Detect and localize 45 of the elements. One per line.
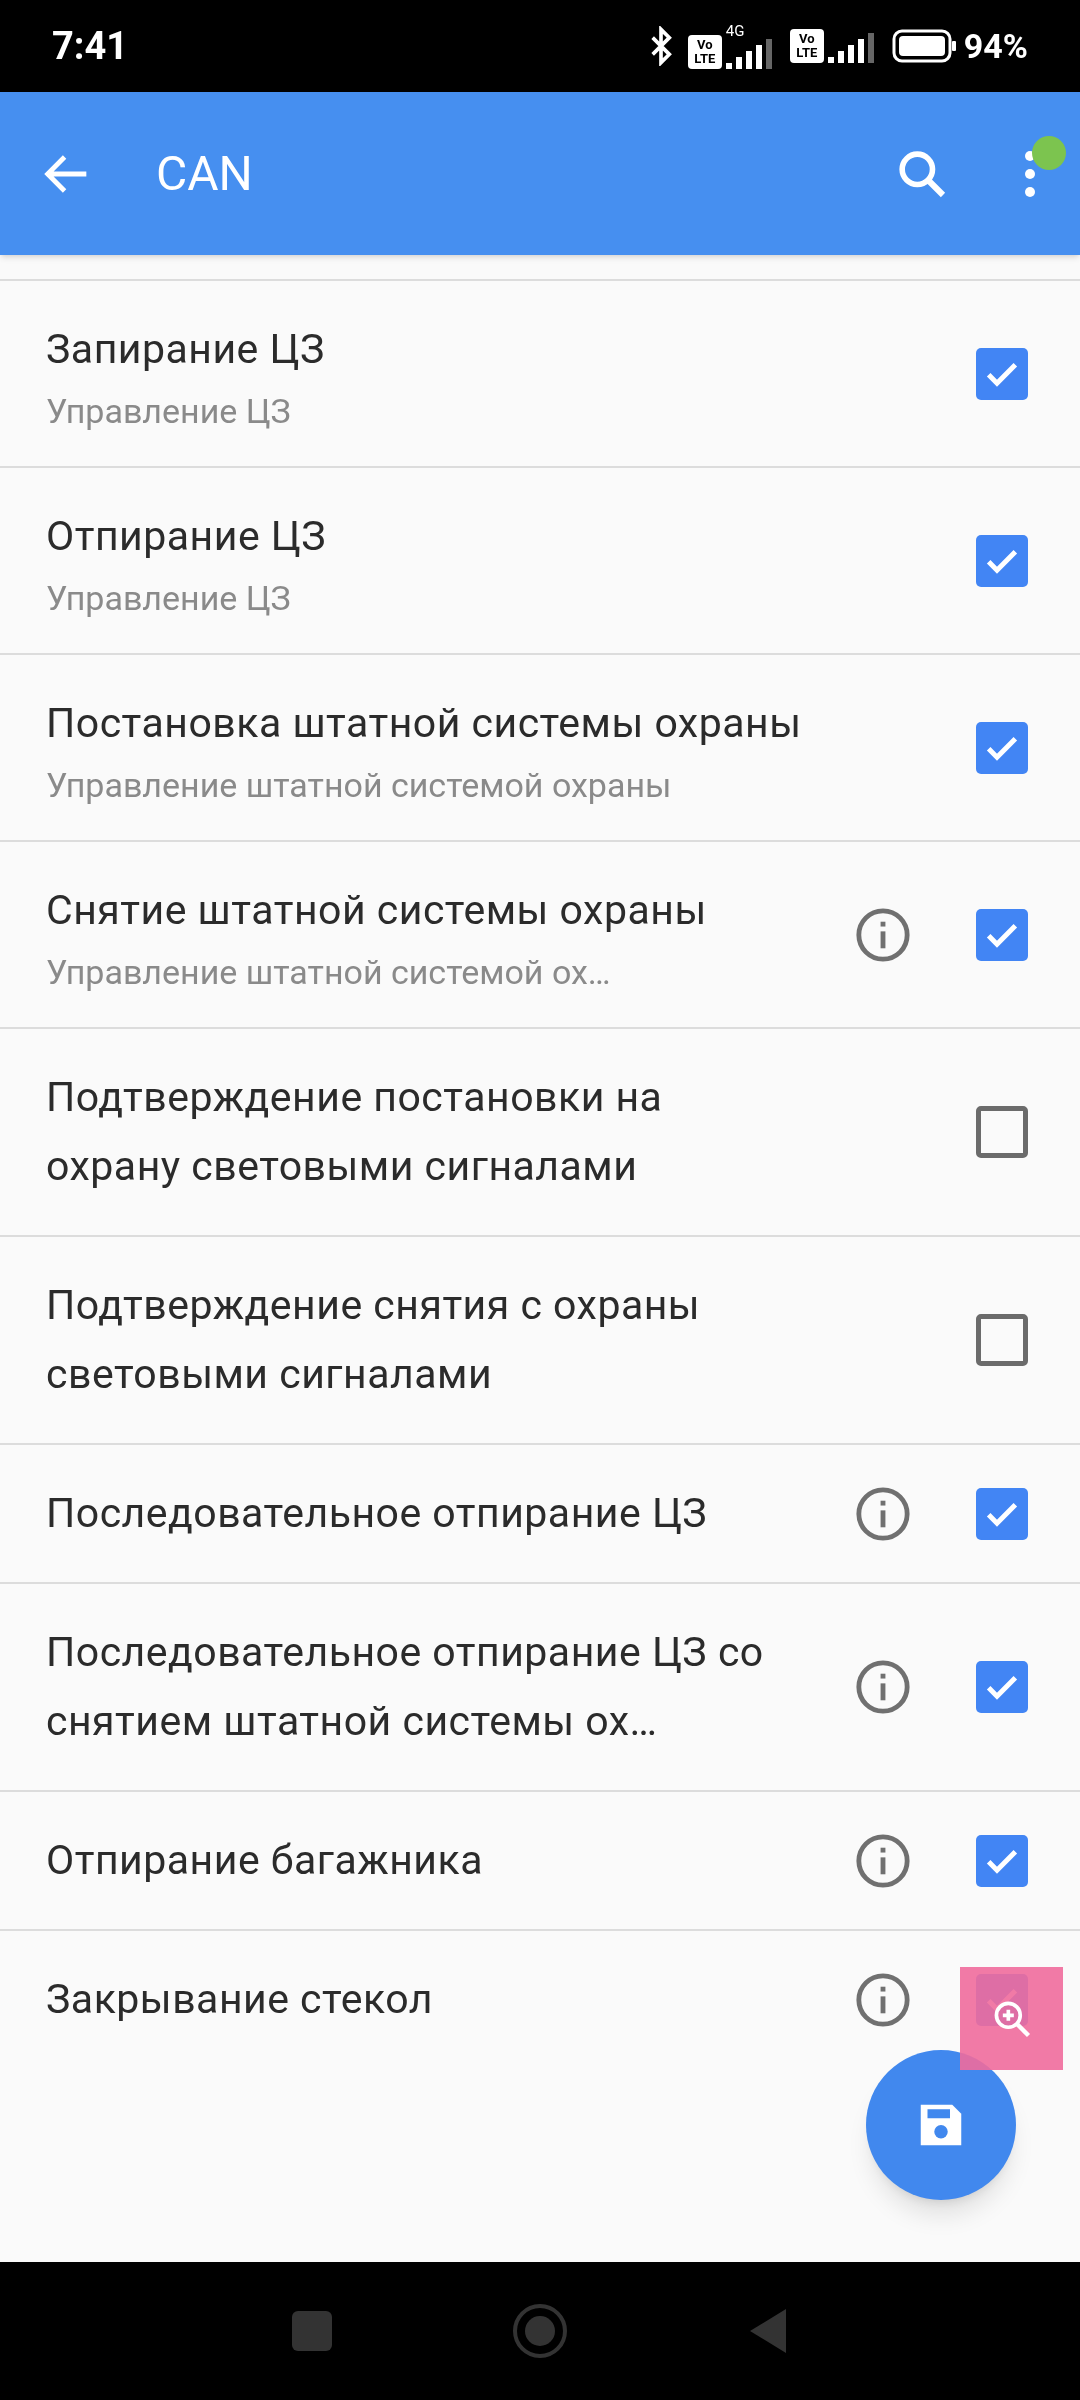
row-subtitle: Управление штатной системой охраны xyxy=(46,764,673,806)
row-title: Отпирание ЦЗ xyxy=(46,511,328,562)
info-icon[interactable] xyxy=(854,1484,912,1543)
settings-row[interactable]: Отпирание багажника xyxy=(0,1790,1080,1929)
checkbox[interactable] xyxy=(976,1106,1028,1158)
checkbox[interactable] xyxy=(976,721,1028,774)
row-title: Закрывание стекол xyxy=(46,1974,434,2025)
magnifier-overlay[interactable] xyxy=(960,1967,1063,2070)
settings-row[interactable]: Запирание ЦЗ Управление ЦЗ xyxy=(0,279,1080,466)
checkbox[interactable] xyxy=(976,908,1028,961)
row-title: Постановка штатной системы охраны xyxy=(46,698,803,749)
settings-row[interactable]: Снятие штатной системы охраны Управление штатной системой ох… xyxy=(0,840,1080,1027)
screen-title: CAN xyxy=(156,143,253,204)
checkbox[interactable] xyxy=(976,1834,1028,1887)
settings-row[interactable]: Подтверждение снятия с охраны световыми сигналами xyxy=(0,1235,1080,1443)
checkbox[interactable] xyxy=(976,1487,1028,1540)
volte-badge: Vo LTE xyxy=(687,34,722,69)
settings-row[interactable]: Подтверждение постановки на охрану световыми сигналами xyxy=(0,1027,1080,1235)
info-icon[interactable] xyxy=(854,1658,912,1716)
row-title: Запирание ЦЗ xyxy=(46,324,326,375)
volte-badge: Vo LTE xyxy=(789,29,824,63)
battery-icon xyxy=(891,29,958,63)
row-title: Подтверждение снятия с охраны световыми сигналами xyxy=(46,1280,702,1400)
info-icon[interactable] xyxy=(854,905,912,964)
battery-percent: 94% xyxy=(963,24,1028,68)
row-title: Последовательное отпирание ЦЗ xyxy=(46,1488,709,1539)
row-subtitle: Управление штатной системой ох… xyxy=(46,951,612,993)
row-title: Снятие штатной системы охраны xyxy=(46,885,708,936)
checkbox[interactable] xyxy=(976,1661,1028,1713)
row-subtitle: Управление ЦЗ xyxy=(46,577,292,619)
checkbox[interactable] xyxy=(976,534,1028,587)
checkbox[interactable] xyxy=(976,1314,1028,1366)
row-title: Последовательное отпирание ЦЗ со снятием штатной системы ох… xyxy=(46,1627,765,1747)
settings-row[interactable]: Отпирание ЦЗ Управление ЦЗ xyxy=(0,466,1080,653)
row-title: Подтверждение постановки на охрану световыми сигналами xyxy=(46,1072,664,1192)
row-title: Отпирание багажника xyxy=(46,1835,484,1886)
settings-row[interactable]: Постановка штатной системы охраны Управление штатной системой охраны xyxy=(0,653,1080,840)
row-subtitle: Управление ЦЗ xyxy=(46,390,292,432)
network-type: 4G xyxy=(725,23,745,39)
status-time: 7:41 xyxy=(52,22,129,70)
checkbox[interactable] xyxy=(976,347,1028,400)
settings-row[interactable]: Последовательное отпирание ЦЗ xyxy=(0,1443,1080,1582)
settings-row[interactable]: Последовательное отпирание ЦЗ со снятием штатной системы ох… xyxy=(0,1582,1080,1790)
info-icon[interactable] xyxy=(854,1831,912,1890)
info-icon[interactable] xyxy=(854,1970,912,2029)
